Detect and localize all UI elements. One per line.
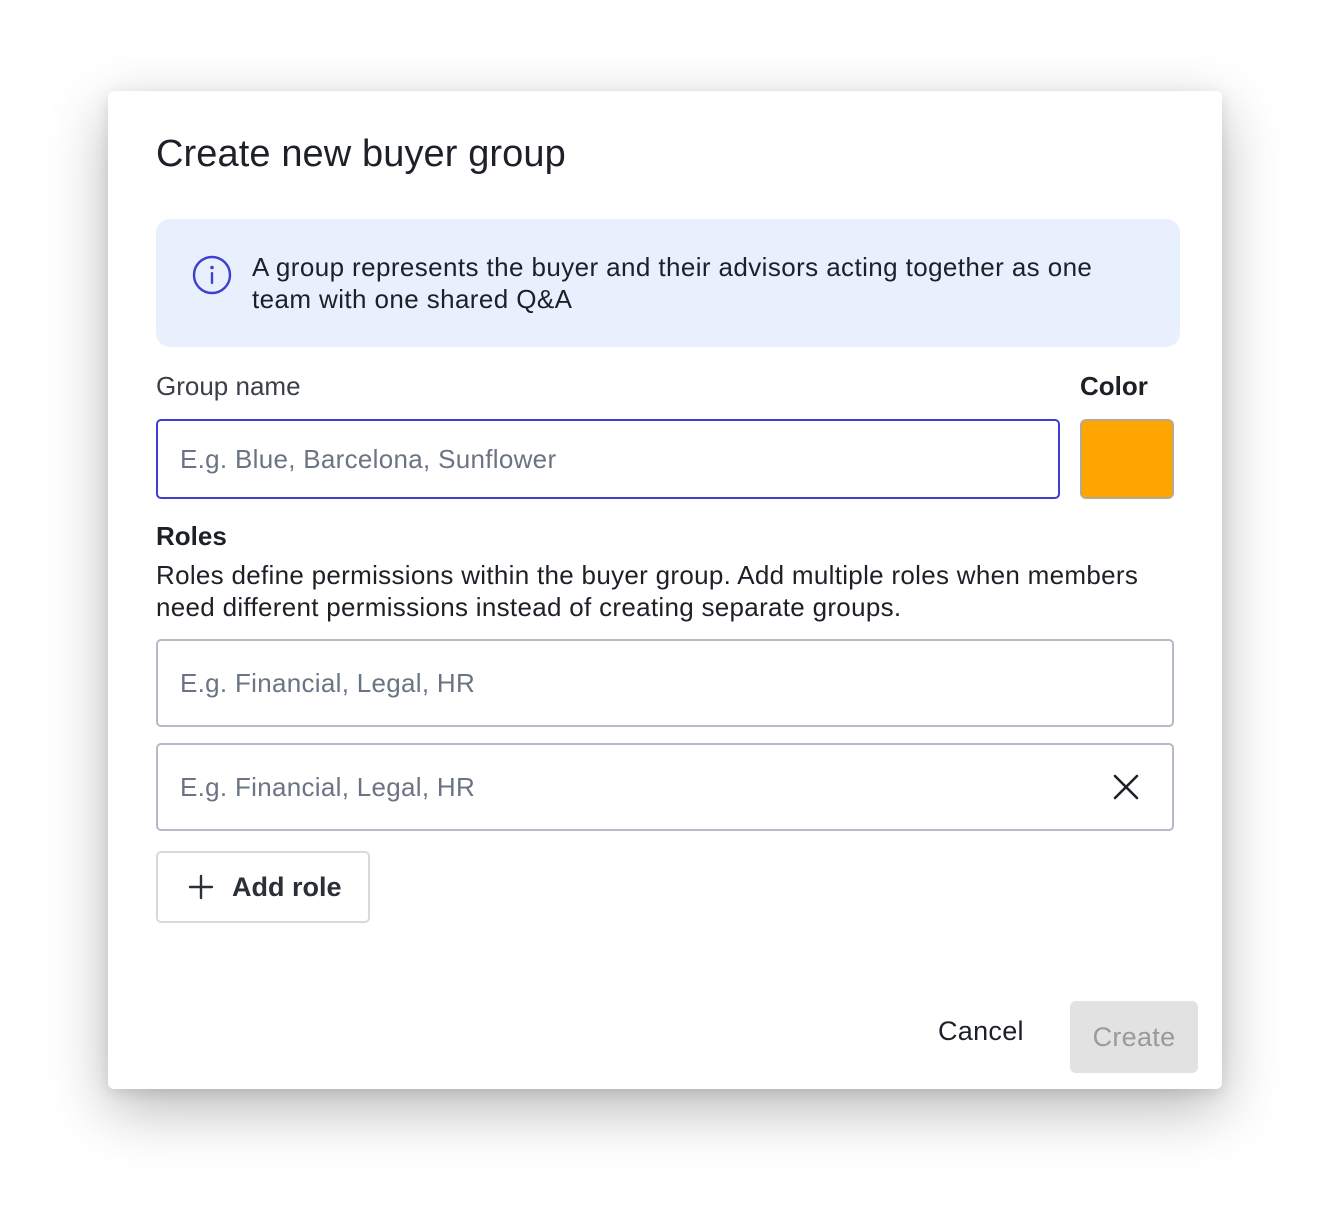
group-name-label: Group name xyxy=(156,371,301,401)
close-icon xyxy=(1113,774,1139,800)
dialog-title: Create new buyer group xyxy=(156,133,566,175)
info-icon xyxy=(192,255,232,295)
color-picker-swatch[interactable] xyxy=(1080,419,1174,499)
add-role-button[interactable]: Add role xyxy=(156,851,370,923)
info-banner: A group represents the buyer and their a… xyxy=(156,219,1180,347)
roles-label: Roles xyxy=(156,521,227,551)
add-role-label: Add role xyxy=(232,871,342,902)
color-label: Color xyxy=(1080,371,1148,401)
remove-role-button[interactable] xyxy=(1104,765,1148,809)
role-input-2[interactable] xyxy=(156,743,1174,831)
cancel-button[interactable]: Cancel xyxy=(938,1016,1024,1047)
plus-icon xyxy=(188,874,214,900)
roles-description: Roles define permissions within the buye… xyxy=(156,560,1139,622)
create-buyer-group-dialog: Create new buyer group A group represent… xyxy=(108,91,1222,1089)
info-text: A group represents the buyer and their a… xyxy=(252,252,1093,314)
group-name-input[interactable] xyxy=(156,419,1060,499)
create-button[interactable]: Create xyxy=(1070,1001,1198,1073)
role-input-1[interactable] xyxy=(156,639,1174,727)
